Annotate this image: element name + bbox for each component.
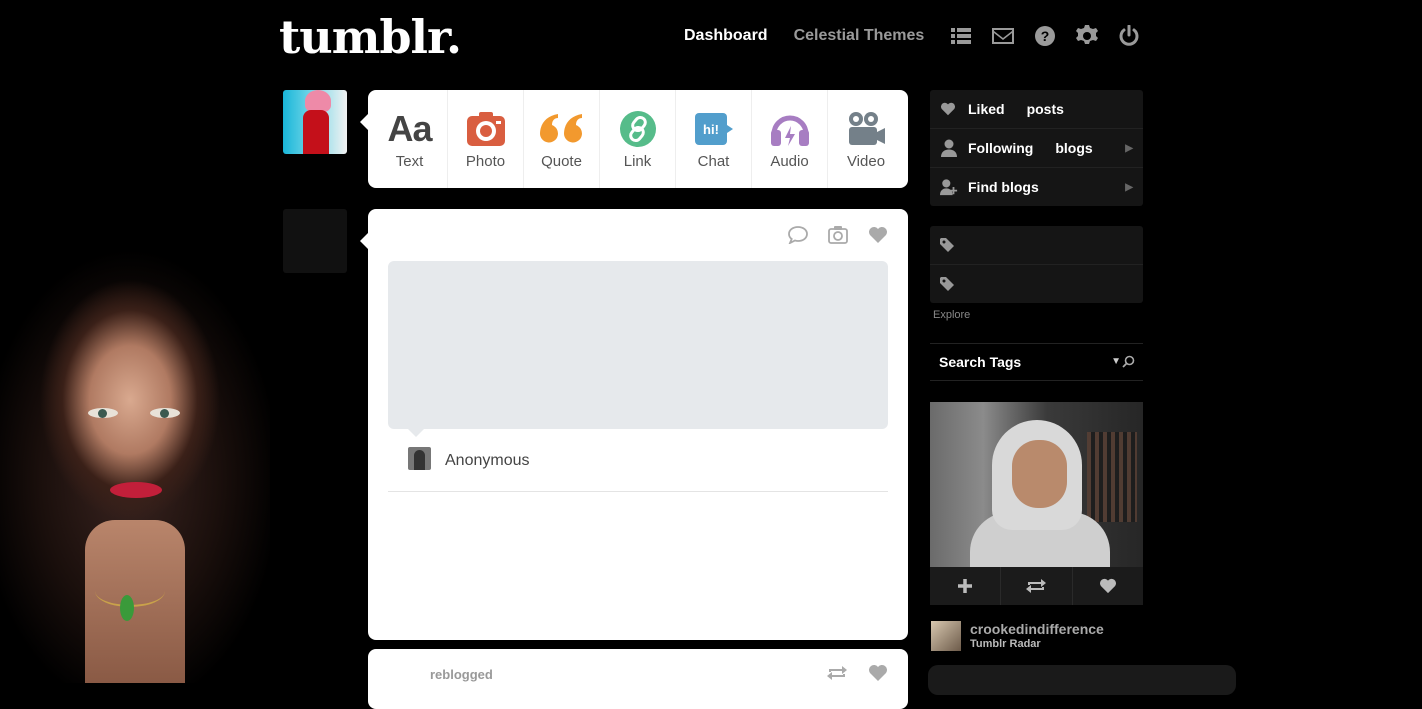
tumblr-logo[interactable]: tumblr. — [279, 10, 462, 64]
person-icon — [940, 139, 958, 157]
like-heart-icon[interactable] — [868, 226, 888, 244]
radar-image-panel — [1087, 432, 1137, 522]
chat-icon: hi! — [694, 107, 733, 151]
avatar-figure — [303, 110, 329, 154]
search-tags[interactable]: Search Tags ▼ — [930, 343, 1143, 381]
heart-icon — [940, 102, 958, 116]
list-icon[interactable] — [950, 25, 972, 47]
chevron-right-icon: ▶ — [1125, 142, 1133, 154]
post-type-label: Photo — [465, 153, 506, 170]
reblog-icon[interactable] — [826, 664, 848, 687]
add-person-icon — [940, 178, 958, 196]
post-type-label: Quote — [541, 153, 582, 170]
avatar-hair — [305, 90, 331, 112]
like-heart-icon[interactable] — [868, 664, 888, 687]
post-type-link[interactable]: Link — [600, 90, 676, 188]
like-heart-icon[interactable] — [1073, 567, 1143, 605]
portrait-eye-left — [88, 408, 118, 418]
ask-bubble — [388, 261, 888, 429]
sidebar-item-label: Find blogs — [968, 179, 1039, 195]
search-tags-label: Search Tags — [939, 354, 1022, 370]
radar-image[interactable] — [930, 402, 1143, 567]
anonymous-avatar — [408, 447, 431, 470]
portrait-pendant — [120, 595, 134, 621]
post-pointer — [360, 233, 368, 249]
svg-text:?: ? — [1041, 28, 1050, 44]
reblogged-label: reblogged — [430, 667, 493, 682]
reply-icon[interactable] — [788, 226, 808, 245]
link-icon — [619, 107, 656, 151]
post-divider — [388, 491, 888, 492]
tracked-tag[interactable] — [930, 265, 1143, 303]
radar-actions — [930, 567, 1143, 605]
post-type-label: Video — [846, 153, 886, 170]
post-type-label: Chat — [697, 153, 730, 170]
radar-image-face — [1012, 440, 1067, 508]
radar-user-avatar[interactable] — [931, 621, 961, 651]
tag-icon — [940, 238, 958, 252]
background-portrait — [0, 250, 270, 683]
post-type-audio[interactable]: Audio — [752, 90, 828, 188]
post-type-quote[interactable]: Quote — [524, 90, 600, 188]
chevron-right-icon: ▶ — [1125, 181, 1133, 193]
camera-icon — [466, 107, 505, 151]
mail-icon[interactable] — [992, 25, 1015, 47]
radar-username[interactable]: crookedindifference — [970, 621, 1104, 637]
asker-name: Anonymous — [445, 452, 530, 469]
sidebar-item-suffix: blogs — [1055, 140, 1093, 156]
dashboard-post-2: reblogged — [368, 649, 908, 709]
help-icon[interactable]: ? — [1034, 25, 1056, 47]
sidebar-item-suffix: posts — [1026, 101, 1064, 117]
radar-source: Tumblr Radar — [970, 638, 1041, 650]
svg-text:hi!: hi! — [703, 122, 719, 137]
sidebar-item-find-blogs[interactable]: Find blogs ▶ — [930, 168, 1143, 206]
headphones-icon — [770, 107, 809, 151]
tag-icon — [940, 277, 958, 291]
dashboard-post: Anonymous — [368, 209, 908, 640]
post-type-chat[interactable]: hi! Chat — [676, 90, 752, 188]
quote-icon — [539, 107, 584, 151]
reblog-icon[interactable] — [1001, 567, 1073, 605]
text-icon: Aa — [387, 108, 432, 149]
post-type-label: Audio — [770, 153, 809, 170]
post-type-label: Link — [623, 153, 652, 170]
post-type-bar: Aa Text Photo Quote Link hi! Chat Audio — [368, 90, 908, 188]
explore-link[interactable]: Explore — [933, 309, 970, 321]
post-type-video[interactable]: Video — [828, 90, 904, 188]
tracked-tag[interactable] — [930, 226, 1143, 265]
post-type-label: Text — [395, 153, 424, 170]
search-icon[interactable] — [1122, 355, 1135, 371]
camera-reply-icon[interactable] — [828, 226, 848, 244]
nav-dashboard[interactable]: Dashboard — [684, 27, 768, 45]
caret-down-icon[interactable]: ▼ — [1111, 356, 1121, 367]
follow-plus-icon[interactable] — [930, 567, 1002, 605]
tracked-tags — [930, 226, 1143, 303]
sidebar-item-liked[interactable]: Liked posts — [930, 90, 1143, 129]
user-avatar[interactable] — [283, 90, 347, 154]
sidebar-item-following[interactable]: Following blogs ▶ — [930, 129, 1143, 168]
gear-icon[interactable] — [1076, 25, 1099, 47]
post-author-avatar[interactable] — [283, 209, 347, 273]
account-menu: Liked posts Following blogs ▶ Find blogs… — [930, 90, 1143, 206]
sidebar-item-label: Following — [968, 140, 1034, 156]
bottom-bar — [928, 665, 1236, 695]
radar-attribution: crookedindifference Tumblr Radar — [931, 621, 1104, 651]
portrait-eye-right — [150, 408, 180, 418]
top-nav: Dashboard Celestial Themes ? — [684, 24, 1160, 48]
portrait-lips — [110, 482, 162, 498]
video-camera-icon — [847, 107, 885, 151]
sidebar-item-label: Liked — [968, 101, 1005, 117]
ask-bubble-tail — [408, 429, 424, 437]
post-type-photo[interactable]: Photo — [448, 90, 524, 188]
nav-celestial-themes[interactable]: Celestial Themes — [794, 27, 925, 45]
avatar-pointer — [360, 114, 368, 130]
post-type-text[interactable]: Aa Text — [372, 90, 448, 188]
power-icon[interactable] — [1118, 25, 1140, 47]
